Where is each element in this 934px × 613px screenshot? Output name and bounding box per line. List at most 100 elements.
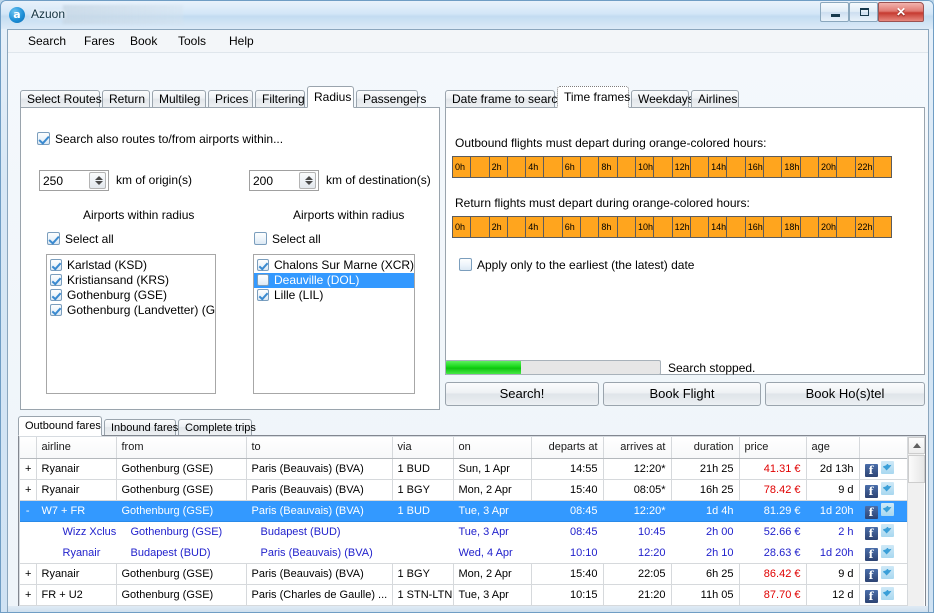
- outbound-hour-cell-8[interactable]: 8h: [599, 157, 618, 177]
- tab-radius[interactable]: Radius: [307, 86, 354, 108]
- close-button[interactable]: ✕: [878, 2, 924, 22]
- facebook-icon[interactable]: f: [864, 568, 878, 582]
- return-hour-cell-19[interactable]: [800, 217, 819, 237]
- facebook-icon[interactable]: f: [864, 484, 878, 498]
- maximize-button[interactable]: [849, 2, 878, 22]
- col-social[interactable]: [859, 437, 911, 459]
- airport-checkbox[interactable]: [257, 274, 269, 286]
- search-also-row[interactable]: Search also routes to/from airports with…: [37, 132, 283, 146]
- return-hour-cell-22[interactable]: 22h: [855, 217, 874, 237]
- tab-complete-trips[interactable]: Complete trips: [178, 419, 256, 436]
- return-hour-cell-3[interactable]: [507, 217, 527, 237]
- table-row[interactable]: + Ryanair Gothenburg (GSE) Paris (Beauvais)…: [20, 563, 911, 585]
- origin-radius-input[interactable]: [40, 171, 88, 190]
- list-item[interactable]: Chalons Sur Marne (XCR): [254, 258, 414, 273]
- tab-prices[interactable]: Prices: [208, 90, 253, 108]
- tab-time-frames[interactable]: Time frames: [557, 86, 630, 108]
- tab-select-routes[interactable]: Select Routes: [20, 90, 102, 108]
- return-hour-cell-23[interactable]: [873, 217, 892, 237]
- return-hour-cell-2[interactable]: 2h: [489, 217, 508, 237]
- tab-weekdays[interactable]: Weekdays: [631, 90, 694, 108]
- tab-inbound-fares[interactable]: Inbound fares: [104, 419, 178, 436]
- outbound-hour-cell-17[interactable]: [764, 157, 783, 177]
- origin-radius-stepper[interactable]: [39, 170, 109, 191]
- airport-checkbox[interactable]: [257, 289, 269, 301]
- airport-checkbox[interactable]: [50, 274, 62, 286]
- facebook-icon[interactable]: f: [864, 463, 878, 477]
- col-on[interactable]: on: [453, 437, 532, 459]
- twitter-icon[interactable]: [880, 523, 894, 537]
- scrollbar-thumb[interactable]: [908, 455, 925, 483]
- col-departs-at[interactable]: departs at: [531, 437, 604, 459]
- book-hostel-button[interactable]: Book Ho(s)tel: [765, 382, 925, 406]
- table-subrow[interactable]: Ryanair Budapest (BUD) Paris (Beauvais) (B…: [20, 542, 910, 564]
- destination-radius-stepper-buttons[interactable]: [299, 172, 316, 189]
- col-to[interactable]: to: [246, 437, 393, 459]
- tab-return[interactable]: Return: [102, 90, 150, 108]
- twitter-icon[interactable]: [880, 502, 894, 516]
- return-hour-cell-5[interactable]: [544, 217, 563, 237]
- cell-expander[interactable]: [20, 542, 36, 564]
- scroll-up-button[interactable]: [908, 437, 925, 454]
- origin-radius-increment-icon[interactable]: [95, 176, 103, 180]
- return-hour-cell-18[interactable]: 18h: [782, 217, 801, 237]
- list-item[interactable]: Gothenburg (GSE): [47, 288, 215, 303]
- return-hour-cell-17[interactable]: [764, 217, 783, 237]
- outbound-hour-cell-13[interactable]: [690, 157, 710, 177]
- tab-airlines[interactable]: Airlines: [691, 90, 739, 108]
- return-hours-bar[interactable]: 0h 2h 4h 6h 8h 10h 12h 14h 16h 18h 20h 22h: [452, 216, 892, 238]
- twitter-icon[interactable]: [880, 565, 894, 579]
- return-hour-cell-7[interactable]: [581, 217, 600, 237]
- col-from[interactable]: from: [116, 437, 247, 459]
- cell-expander[interactable]: +: [20, 458, 37, 480]
- destination-select-all-checkbox[interactable]: [254, 232, 267, 245]
- origin-select-all-checkbox[interactable]: [47, 232, 60, 245]
- return-hour-cell-21[interactable]: [837, 217, 856, 237]
- return-hour-cell-20[interactable]: 20h: [818, 217, 838, 237]
- table-row[interactable]: + Ryanair Gothenburg (GSE) Paris (Beauvais)…: [20, 458, 911, 480]
- search-also-checkbox[interactable]: [37, 132, 50, 145]
- return-hour-cell-0[interactable]: 0h: [453, 217, 472, 237]
- outbound-hour-cell-15[interactable]: [727, 157, 746, 177]
- airport-checkbox[interactable]: [50, 304, 62, 316]
- return-hour-cell-14[interactable]: 14h: [709, 217, 728, 237]
- facebook-icon[interactable]: f: [864, 589, 878, 603]
- list-item[interactable]: Kristiansand (KRS): [47, 273, 215, 288]
- outbound-hour-cell-7[interactable]: [581, 157, 600, 177]
- tab-filtering[interactable]: Filtering: [255, 90, 305, 108]
- airport-checkbox[interactable]: [50, 289, 62, 301]
- outbound-hour-cell-4[interactable]: 4h: [526, 157, 545, 177]
- tab-multileg[interactable]: Multileg: [152, 90, 206, 108]
- menu-item-tools[interactable]: Tools: [172, 33, 212, 50]
- menu-item-fares[interactable]: Fares: [78, 33, 121, 50]
- cell-expander[interactable]: +: [20, 584, 37, 606]
- apply-earliest-checkbox[interactable]: [459, 258, 472, 271]
- outbound-hour-cell-10[interactable]: 10h: [635, 157, 655, 177]
- outbound-hour-cell-6[interactable]: 6h: [562, 157, 582, 177]
- return-hour-cell-13[interactable]: [690, 217, 710, 237]
- tab-date-frame-to-search[interactable]: Date frame to search: [445, 90, 564, 108]
- col-price[interactable]: price: [739, 437, 807, 459]
- outbound-hour-cell-3[interactable]: [507, 157, 527, 177]
- facebook-icon[interactable]: f: [864, 505, 878, 519]
- outbound-hour-cell-22[interactable]: 22h: [855, 157, 874, 177]
- destination-radius-input[interactable]: [250, 171, 298, 190]
- col-airline[interactable]: airline: [36, 437, 117, 459]
- results-vertical-scrollbar[interactable]: [907, 437, 925, 612]
- list-item[interactable]: Gothenburg (Landvetter) (GOT): [47, 303, 215, 318]
- outbound-hour-cell-16[interactable]: 16h: [745, 157, 765, 177]
- return-hour-cell-15[interactable]: [727, 217, 746, 237]
- destination-radius-stepper[interactable]: [249, 170, 319, 191]
- col-age[interactable]: age: [806, 437, 860, 459]
- outbound-hours-bar[interactable]: 0h 2h 4h 6h 8h 10h 12h 14h 16h 18h 20h 22h: [452, 156, 892, 178]
- outbound-hour-cell-2[interactable]: 2h: [489, 157, 508, 177]
- twitter-icon[interactable]: [880, 460, 894, 474]
- return-hour-cell-6[interactable]: 6h: [562, 217, 582, 237]
- outbound-hour-cell-18[interactable]: 18h: [782, 157, 801, 177]
- results-grid[interactable]: airline from to via on departs at arrive…: [18, 435, 926, 612]
- destination-radius-decrement-icon[interactable]: [305, 181, 313, 185]
- col-duration[interactable]: duration: [671, 437, 740, 459]
- outbound-hour-cell-12[interactable]: 12h: [672, 157, 691, 177]
- destination-select-all-row[interactable]: Select all: [254, 232, 321, 246]
- twitter-icon[interactable]: [880, 481, 894, 495]
